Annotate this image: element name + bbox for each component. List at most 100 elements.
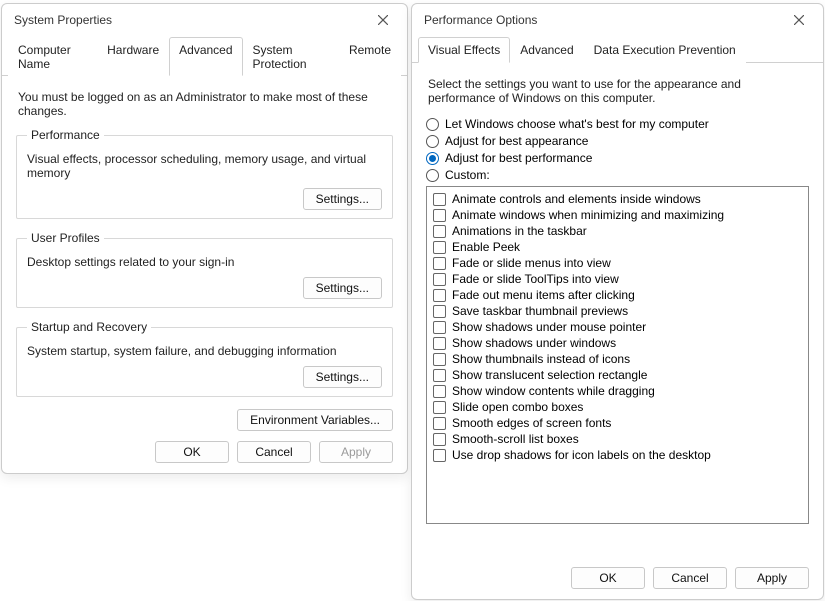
effect-item[interactable]: Fade or slide ToolTips into view (433, 271, 802, 287)
radio-label: Let Windows choose what's best for my co… (445, 117, 709, 131)
effect-item[interactable]: Slide open combo boxes (433, 399, 802, 415)
effect-label: Show shadows under windows (452, 336, 616, 350)
tab-hardware[interactable]: Hardware (97, 37, 169, 76)
performance-desc: Visual effects, processor scheduling, me… (27, 152, 382, 180)
titlebar: Performance Options (412, 4, 823, 34)
effect-label: Animate windows when minimizing and maxi… (452, 208, 724, 222)
tab-advanced[interactable]: Advanced (169, 37, 242, 76)
effect-label: Fade or slide menus into view (452, 256, 611, 270)
effect-label: Animate controls and elements inside win… (452, 192, 701, 206)
ok-button[interactable]: OK (571, 567, 645, 589)
ok-button[interactable]: OK (155, 441, 229, 463)
effect-label: Slide open combo boxes (452, 400, 583, 414)
window-title: Performance Options (424, 13, 537, 27)
checkbox-icon (433, 241, 446, 254)
close-button[interactable] (369, 9, 397, 31)
tab-remote[interactable]: Remote (339, 37, 401, 76)
tab-system-protection[interactable]: System Protection (243, 37, 339, 76)
effect-item[interactable]: Use drop shadows for icon labels on the … (433, 447, 802, 463)
effect-item[interactable]: Show thumbnails instead of icons (433, 351, 802, 367)
user-profiles-group: User Profiles Desktop settings related t… (16, 231, 393, 308)
effect-label: Save taskbar thumbnail previews (452, 304, 628, 318)
radio-option[interactable]: Adjust for best performance (426, 151, 809, 165)
effect-item[interactable]: Show window contents while dragging (433, 383, 802, 399)
checkbox-icon (433, 433, 446, 446)
apply-button[interactable]: Apply (319, 441, 393, 463)
tab-dep[interactable]: Data Execution Prevention (584, 37, 746, 63)
effect-label: Show shadows under mouse pointer (452, 320, 646, 334)
environment-variables-button[interactable]: Environment Variables... (237, 409, 393, 431)
effect-item[interactable]: Animate windows when minimizing and maxi… (433, 207, 802, 223)
checkbox-icon (433, 209, 446, 222)
effect-item[interactable]: Smooth edges of screen fonts (433, 415, 802, 431)
cancel-button[interactable]: Cancel (237, 441, 311, 463)
effect-item[interactable]: Show shadows under mouse pointer (433, 319, 802, 335)
close-button[interactable] (785, 9, 813, 31)
radio-label: Adjust for best appearance (445, 134, 588, 148)
tabs: Visual Effects Advanced Data Execution P… (412, 36, 823, 63)
tab-visual-effects[interactable]: Visual Effects (418, 37, 510, 63)
checkbox-icon (433, 337, 446, 350)
radio-option[interactable]: Adjust for best appearance (426, 134, 809, 148)
effect-item[interactable]: Fade or slide menus into view (433, 255, 802, 271)
effect-item[interactable]: Save taskbar thumbnail previews (433, 303, 802, 319)
checkbox-icon (433, 385, 446, 398)
tab-computer-name[interactable]: Computer Name (8, 37, 97, 76)
effect-item[interactable]: Fade out menu items after clicking (433, 287, 802, 303)
close-icon (378, 15, 388, 25)
effect-item[interactable]: Show shadows under windows (433, 335, 802, 351)
effect-item[interactable]: Enable Peek (433, 239, 802, 255)
content-area: You must be logged on as an Administrato… (2, 76, 407, 439)
radio-option[interactable]: Custom: (426, 168, 809, 182)
radio-icon (426, 152, 439, 165)
checkbox-icon (433, 305, 446, 318)
admin-notice: You must be logged on as an Administrato… (18, 90, 391, 118)
checkbox-icon (433, 417, 446, 430)
effect-label: Show window contents while dragging (452, 384, 655, 398)
radio-icon (426, 169, 439, 182)
radio-label: Custom: (445, 168, 490, 182)
checkbox-icon (433, 289, 446, 302)
radio-label: Adjust for best performance (445, 151, 592, 165)
effect-label: Fade or slide ToolTips into view (452, 272, 619, 286)
apply-button[interactable]: Apply (735, 567, 809, 589)
effect-label: Animations in the taskbar (452, 224, 587, 238)
startup-recovery-desc: System startup, system failure, and debu… (27, 344, 382, 358)
cancel-button[interactable]: Cancel (653, 567, 727, 589)
radio-group: Let Windows choose what's best for my co… (426, 117, 809, 182)
window-title: System Properties (14, 13, 112, 27)
user-profiles-settings-button[interactable]: Settings... (303, 277, 382, 299)
startup-recovery-settings-button[interactable]: Settings... (303, 366, 382, 388)
performance-options-dialog: Performance Options Visual Effects Advan… (411, 3, 824, 600)
checkbox-icon (433, 369, 446, 382)
radio-icon (426, 118, 439, 131)
dialog-buttons: OK Cancel Apply (571, 567, 809, 589)
effect-label: Enable Peek (452, 240, 520, 254)
effect-item[interactable]: Show translucent selection rectangle (433, 367, 802, 383)
system-properties-dialog: System Properties Computer Name Hardware… (1, 3, 408, 474)
checkbox-icon (433, 273, 446, 286)
effect-label: Use drop shadows for icon labels on the … (452, 448, 711, 462)
startup-recovery-group: Startup and Recovery System startup, sys… (16, 320, 393, 397)
close-icon (794, 15, 804, 25)
effect-label: Smooth-scroll list boxes (452, 432, 579, 446)
tabs: Computer Name Hardware Advanced System P… (2, 36, 407, 76)
checkbox-icon (433, 449, 446, 462)
effect-label: Fade out menu items after clicking (452, 288, 635, 302)
performance-settings-button[interactable]: Settings... (303, 188, 382, 210)
checkbox-icon (433, 257, 446, 270)
effects-list[interactable]: Animate controls and elements inside win… (426, 186, 809, 524)
checkbox-icon (433, 193, 446, 206)
effect-item[interactable]: Animate controls and elements inside win… (433, 191, 802, 207)
checkbox-icon (433, 321, 446, 334)
titlebar: System Properties (2, 4, 407, 34)
effect-item[interactable]: Animations in the taskbar (433, 223, 802, 239)
radio-option[interactable]: Let Windows choose what's best for my co… (426, 117, 809, 131)
intro-text: Select the settings you want to use for … (428, 77, 807, 105)
checkbox-icon (433, 401, 446, 414)
user-profiles-legend: User Profiles (27, 231, 104, 245)
tab-advanced[interactable]: Advanced (510, 37, 583, 63)
performance-group: Performance Visual effects, processor sc… (16, 128, 393, 219)
effect-item[interactable]: Smooth-scroll list boxes (433, 431, 802, 447)
checkbox-icon (433, 225, 446, 238)
